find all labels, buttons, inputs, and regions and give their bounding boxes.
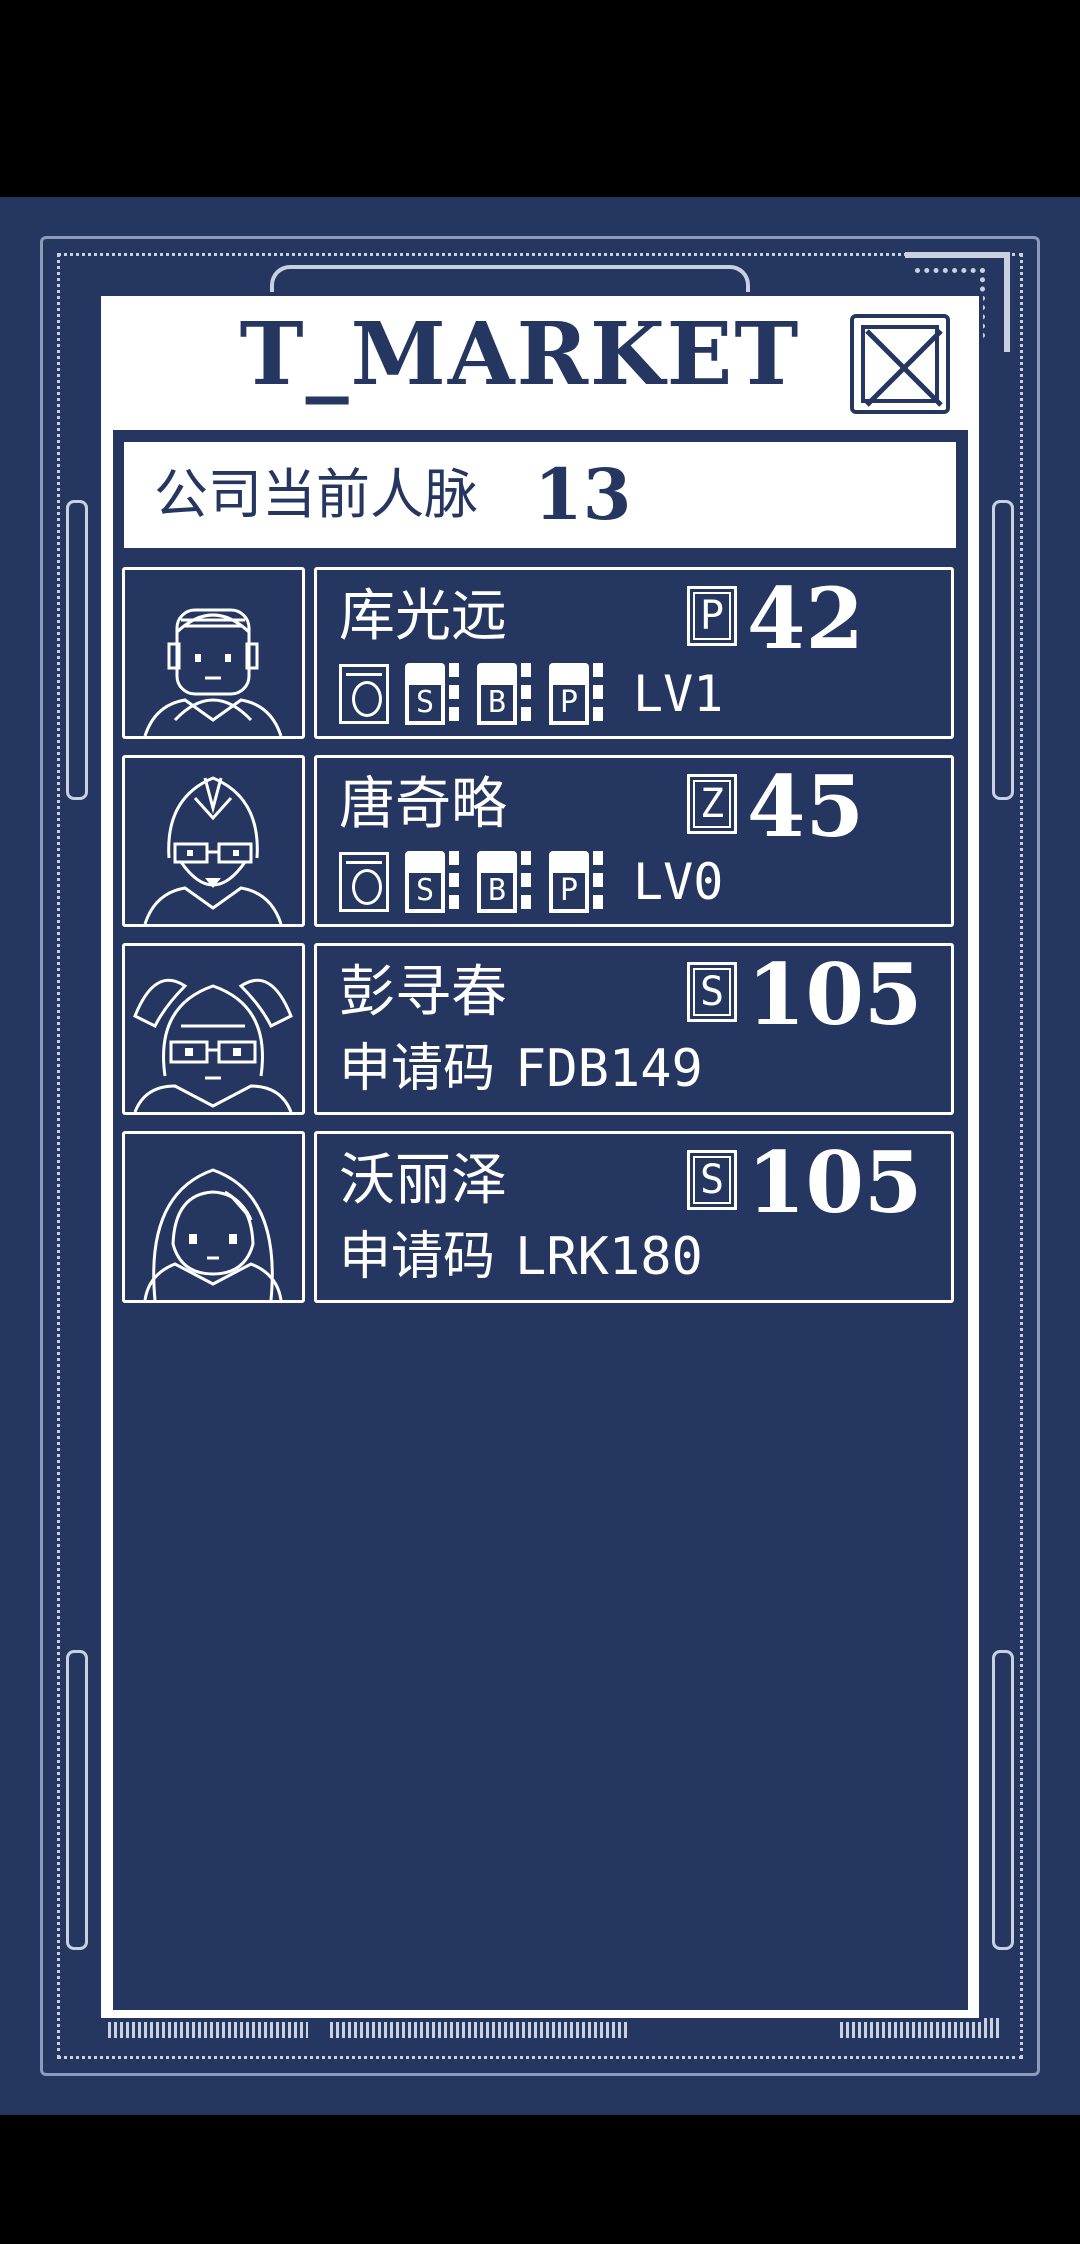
apply-code: 申请码 FDB149 (339, 1034, 703, 1104)
contact-row[interactable]: 库光远 P 42 S B P LV1 (122, 567, 954, 739)
avatar (122, 1131, 305, 1303)
stat-b-icon: B (477, 851, 533, 913)
contact-name: 彭寻春 (339, 960, 507, 1025)
contact-score: 105 (747, 945, 923, 1044)
stat-s-icon: S (405, 851, 461, 913)
contact-level: LV1 (633, 665, 724, 723)
stat-s-icon: S (405, 663, 461, 725)
left-ornament (66, 500, 88, 800)
close-icon (861, 325, 943, 407)
left-ornament-lower (66, 1650, 88, 1950)
stat-p-icon: P (549, 663, 605, 725)
network-value: 13 (534, 453, 632, 536)
avatar (122, 567, 305, 739)
contact-info: 沃丽泽 S 105 申请码 LRK180 (314, 1131, 954, 1303)
stat-icons: S B P LV1 (339, 662, 723, 726)
equipment-icon (339, 852, 389, 912)
contact-score: 42 (747, 569, 864, 668)
close-button[interactable] (850, 314, 950, 414)
right-ornament-lower (992, 1650, 1014, 1950)
grade-badge: Z (687, 774, 737, 834)
portrait-icon (143, 1168, 283, 1300)
avatar (122, 755, 305, 927)
window-title: T_MARKET (239, 304, 801, 405)
portrait-icon (143, 776, 283, 924)
contact-name: 库光远 (339, 584, 507, 649)
contact-info: 库光远 P 42 S B P LV1 (314, 567, 954, 739)
contact-name: 沃丽泽 (339, 1148, 507, 1213)
equipment-icon (339, 664, 389, 724)
contact-level: LV0 (633, 853, 724, 911)
portrait-icon (143, 608, 283, 736)
portrait-icon (133, 978, 293, 1112)
apply-code-label: 申请码 (339, 1039, 496, 1099)
contact-row[interactable]: 唐奇略 Z 45 S B P LV0 (122, 755, 954, 927)
contact-row[interactable]: 彭寻春 S 105 申请码 FDB149 (122, 943, 954, 1115)
stat-icons: S B P LV0 (339, 850, 723, 914)
apply-code-label: 申请码 (339, 1227, 496, 1287)
grade-badge: S (687, 1150, 737, 1210)
stat-p-icon: P (549, 851, 605, 913)
contact-score: 105 (747, 1133, 923, 1232)
avatar (122, 943, 305, 1115)
stat-b-icon: B (477, 663, 533, 725)
contact-info: 彭寻春 S 105 申请码 FDB149 (314, 943, 954, 1115)
contact-name: 唐奇略 (339, 772, 507, 837)
network-bar: 公司当前人脉 13 (124, 442, 956, 548)
contact-info: 唐奇略 Z 45 S B P LV0 (314, 755, 954, 927)
grade-badge: S (687, 962, 737, 1022)
top-ornament (270, 265, 750, 293)
right-ornament (992, 500, 1014, 800)
contact-row[interactable]: 沃丽泽 S 105 申请码 LRK180 (122, 1131, 954, 1303)
apply-code-value: LRK180 (515, 1227, 703, 1287)
apply-code-value: FDB149 (515, 1039, 703, 1099)
grade-badge: P (687, 586, 737, 646)
apply-code: 申请码 LRK180 (339, 1222, 703, 1292)
network-label: 公司当前人脉 (154, 463, 478, 526)
contact-score: 45 (747, 757, 864, 856)
